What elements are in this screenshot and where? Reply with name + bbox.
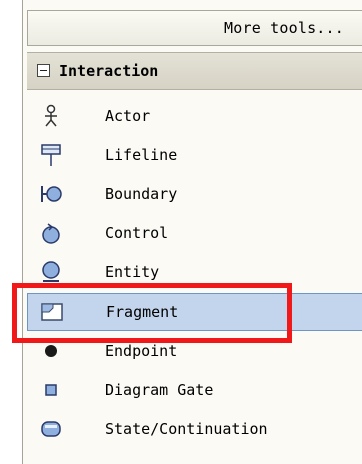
state-continuation-icon xyxy=(41,421,61,437)
tool-item-actor[interactable]: Actor xyxy=(27,98,362,136)
left-margin xyxy=(0,0,22,464)
tool-item-diagram-gate[interactable]: Diagram Gate xyxy=(27,372,362,410)
boundary-icon xyxy=(41,186,62,202)
actor-icon xyxy=(45,104,57,127)
tool-item-fragment[interactable]: Fragment xyxy=(27,293,362,331)
more-tools-button[interactable]: More tools... xyxy=(27,10,362,46)
tool-item-boundary[interactable]: Boundary xyxy=(27,176,362,214)
entity-icon xyxy=(42,261,60,282)
collapse-icon[interactable] xyxy=(37,64,50,77)
tool-label-endpoint: Endpoint xyxy=(105,342,178,360)
diagram-gate-icon xyxy=(45,384,57,396)
tool-item-endpoint[interactable]: Endpoint xyxy=(27,333,362,371)
endpoint-icon xyxy=(45,345,57,357)
lifeline-icon xyxy=(41,144,61,166)
control-icon xyxy=(42,223,60,244)
tool-label-lifeline: Lifeline xyxy=(105,146,178,164)
tool-label-state-continuation: State/Continuation xyxy=(105,420,268,438)
group-title: Interaction xyxy=(59,62,159,80)
more-tools-label: More tools... xyxy=(224,19,344,37)
tool-item-entity[interactable]: Entity xyxy=(27,254,362,292)
tool-label-actor: Actor xyxy=(105,107,151,125)
fragment-icon xyxy=(41,303,63,321)
tool-label-control: Control xyxy=(105,224,169,242)
tool-label-boundary: Boundary xyxy=(105,185,178,203)
tool-item-lifeline[interactable]: Lifeline xyxy=(27,137,362,175)
toolbox-panel: More tools... Interaction Actor Lifeline xyxy=(22,0,362,464)
tool-item-control[interactable]: Control xyxy=(27,215,362,253)
tool-label-entity: Entity xyxy=(105,263,160,281)
tool-item-state-continuation[interactable]: State/Continuation xyxy=(27,411,362,449)
tool-label-diagram-gate: Diagram Gate xyxy=(105,381,214,399)
tool-label-fragment: Fragment xyxy=(106,303,179,321)
group-header-interaction[interactable]: Interaction xyxy=(27,52,362,90)
